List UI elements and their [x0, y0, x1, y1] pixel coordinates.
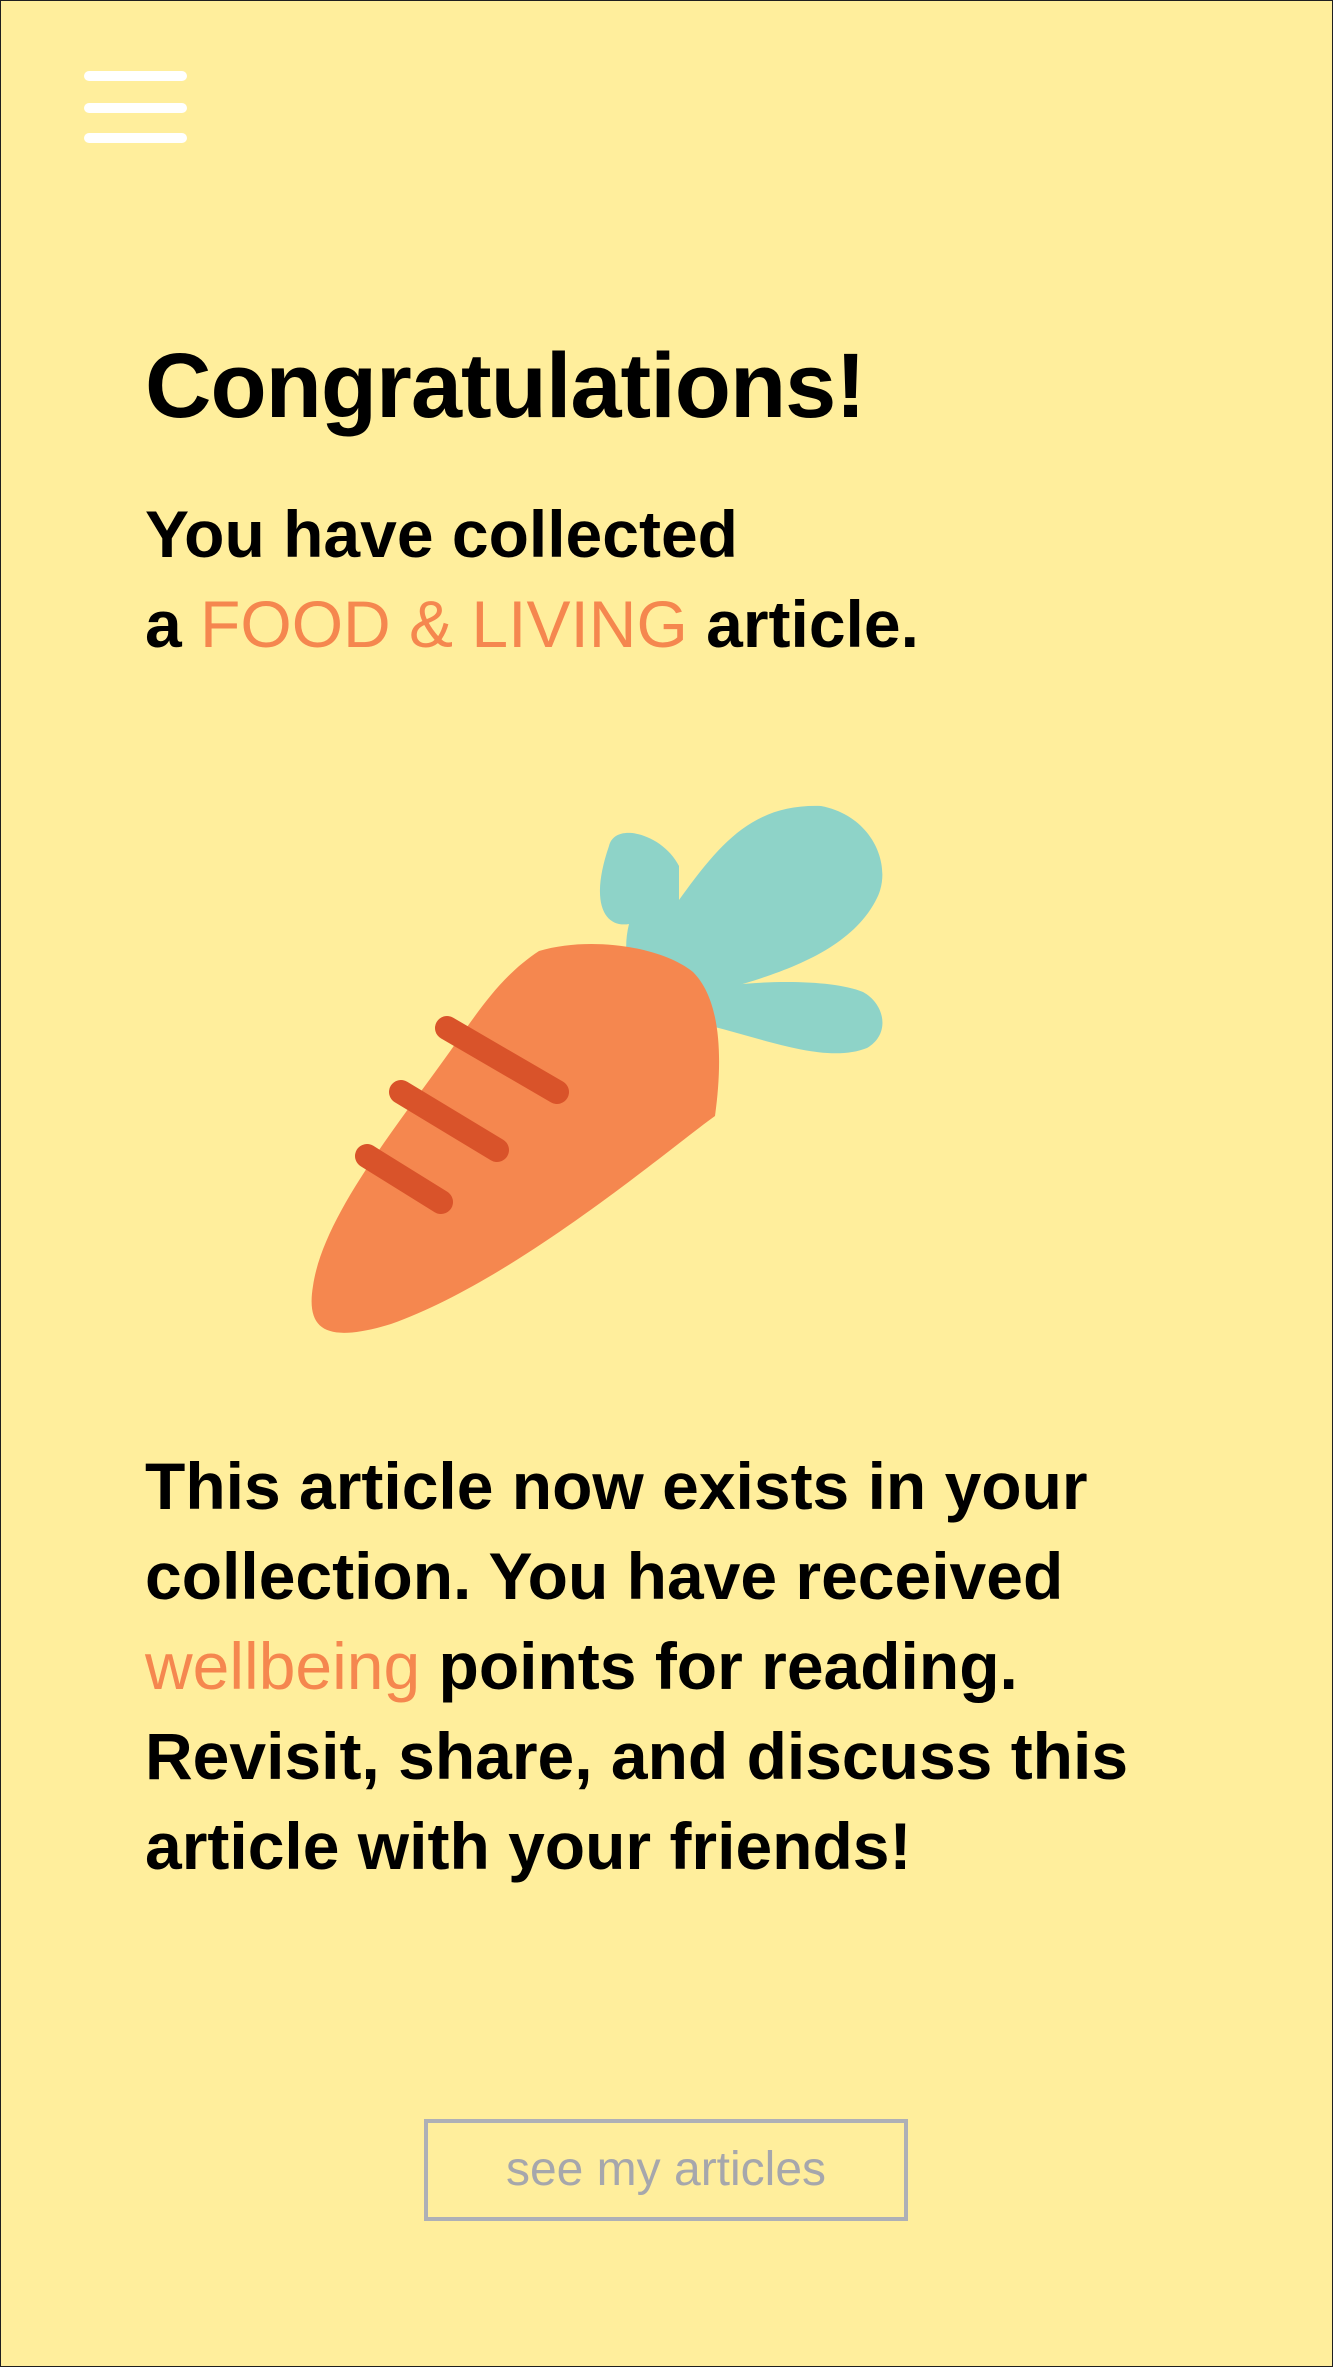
- wellbeing-highlight: wellbeing: [145, 1629, 421, 1703]
- carrot-body: [311, 943, 720, 1333]
- menu-bar-bottom: [84, 133, 187, 143]
- congratulations-screen: Congratulations! You have collected a FO…: [0, 0, 1333, 2367]
- see-my-articles-button[interactable]: see my articles: [424, 2119, 908, 2221]
- menu-bar-middle: [84, 103, 187, 113]
- menu-bar-top: [84, 71, 187, 81]
- carrot-leaf-lower: [699, 982, 883, 1054]
- collected-line-2-prefix: a: [145, 587, 201, 661]
- collected-line-1: You have collected: [145, 497, 738, 571]
- page-title: Congratulations!: [145, 335, 866, 437]
- collected-line-2-suffix: article.: [687, 587, 919, 661]
- carrot-icon: [311, 805, 883, 1333]
- category-label: FOOD & LIVING: [200, 587, 688, 661]
- collection-description: This article now exists in your collecti…: [145, 1441, 1265, 1891]
- hamburger-menu-icon[interactable]: [84, 71, 187, 145]
- collected-message: You have collected a FOOD & LIVING artic…: [145, 489, 919, 669]
- description-part-1: This article now exists in your collecti…: [145, 1449, 1088, 1613]
